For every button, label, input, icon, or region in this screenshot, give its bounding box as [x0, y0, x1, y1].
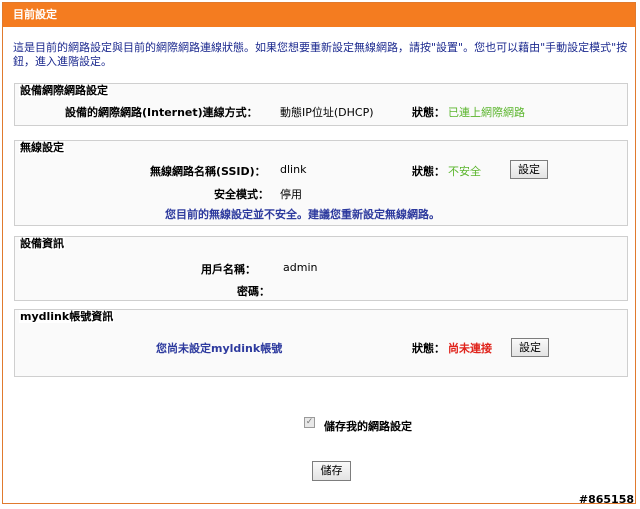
wireless-section: 無線設定 無線網路名稱(SSID)： dlink 狀態： 不安全 設定 安全模式…	[14, 140, 628, 226]
save-settings-checkbox[interactable]: ✓	[304, 417, 315, 428]
mydlink-section: mydlink帳號資訊 您尚未設定myldink帳號 狀態： 尚未連接 設定	[14, 309, 628, 377]
watermark-text: #865158	[578, 493, 634, 506]
wireless-section-title: 無線設定	[19, 141, 65, 154]
ssid-label: 無線網路名稱(SSID)：	[150, 165, 266, 178]
device-section: 設備資訊 用戶名稱： admin 密碼：	[14, 236, 628, 301]
save-settings-label: 儲存我的網路設定	[324, 420, 412, 433]
mydlink-status-value: 尚未連接	[448, 342, 492, 355]
username-label: 用戶名稱：	[201, 263, 256, 276]
settings-panel: 目前設定 這是目前的網路設定與目前的網際網路連線狀態。如果您想要重新設定無線網路…	[2, 2, 636, 504]
mydlink-setup-button[interactable]: 設定	[511, 338, 549, 357]
connection-type-label: 設備的網際網路(Internet)連線方式：	[65, 106, 258, 119]
mydlink-section-title: mydlink帳號資訊	[19, 310, 115, 323]
ssid-value: dlink	[280, 163, 307, 176]
mydlink-message: 您尚未設定myldink帳號	[156, 342, 283, 355]
wireless-status-value: 不安全	[448, 165, 481, 178]
connection-type-value: 動態IP位址(DHCP)	[280, 106, 374, 119]
network-section: 設備網際網路設定 設備的網際網路(Internet)連線方式： 動態IP位址(D…	[14, 83, 628, 126]
wireless-setup-button[interactable]: 設定	[510, 160, 548, 179]
security-mode-value: 停用	[280, 188, 302, 201]
intro-text: 這是目前的網路設定與目前的網際網路連線狀態。如果您想要重新設定無線網路，請按"設…	[13, 41, 628, 68]
network-section-title: 設備網際網路設定	[19, 84, 109, 97]
internet-status-label: 狀態：	[412, 106, 445, 119]
wireless-warning: 您目前的無線設定並不安全。建議您重新設定無線網路。	[165, 208, 440, 221]
mydlink-status-label: 狀態：	[412, 342, 445, 355]
save-button[interactable]: 儲存	[312, 461, 351, 481]
device-section-title: 設備資訊	[19, 237, 65, 250]
password-label: 密碼：	[237, 285, 270, 298]
panel-title: 目前設定	[3, 3, 635, 27]
internet-status-value: 已連上網際網路	[448, 106, 525, 119]
wireless-status-label: 狀態：	[412, 165, 445, 178]
username-value: admin	[283, 261, 318, 274]
security-mode-label: 安全模式：	[214, 188, 269, 201]
